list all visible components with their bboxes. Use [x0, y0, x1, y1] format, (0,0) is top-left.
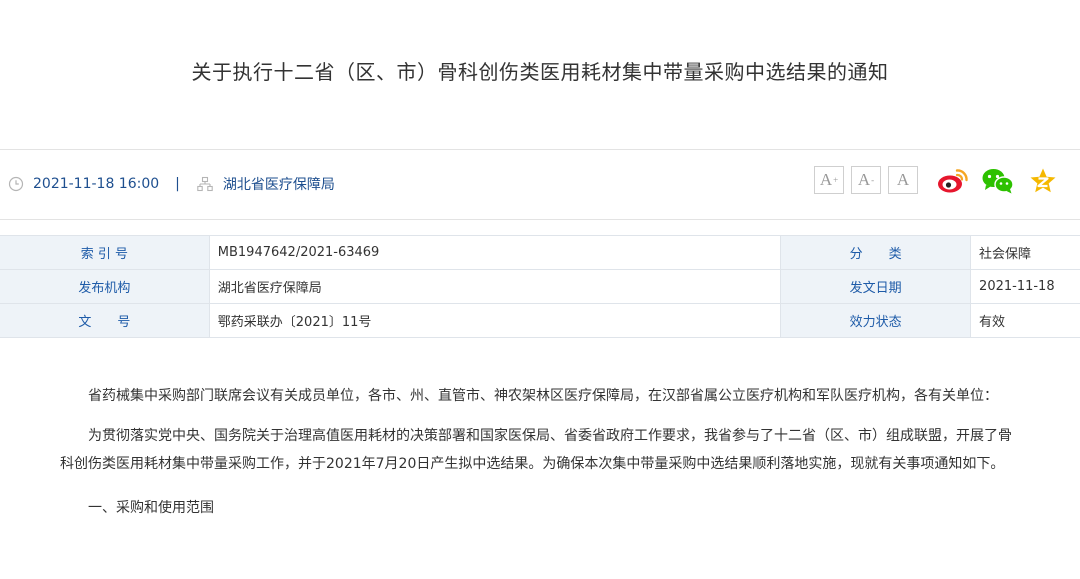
- issuing-agency-value: 湖北省医疗保障局: [208, 269, 782, 304]
- body-paragraph-intro: 为贯彻落实党中央、国务院关于治理高值医用耗材的决策部署和国家医保局、省委省政府工…: [60, 428, 1012, 472]
- category-label: 分 类: [780, 235, 972, 270]
- article-meta: 2021-11-18 16:00 | 湖北省医疗保障局: [8, 174, 335, 194]
- font-size-controls: A + A- A: [814, 166, 925, 194]
- info-table: 索 引 号 MB1947642/2021-63469 分 类 社会保障 发布机构…: [0, 235, 1080, 338]
- weibo-share-button[interactable]: [936, 167, 970, 195]
- document-number-value: 鄂药采联办〔2021〕11号: [208, 303, 782, 338]
- publish-date: 2021-11-18 16:00: [33, 176, 160, 192]
- publish-source[interactable]: 湖北省医疗保障局: [223, 174, 335, 194]
- article-body: 省药械集中采购部门联席会议有关成员单位，各市、州、直管市、神农架林区医疗保障局，…: [60, 382, 1020, 534]
- issue-date-label: 发文日期: [780, 269, 972, 304]
- share-bar: [936, 167, 1071, 195]
- wechat-share-button[interactable]: [981, 167, 1015, 195]
- font-reset-button[interactable]: A: [888, 166, 918, 194]
- table-row: 文 号 鄂药采联办〔2021〕11号 效力状态 有效: [0, 303, 1080, 338]
- favorite-button[interactable]: [1026, 167, 1060, 195]
- body-paragraph-addressees: 省药械集中采购部门联席会议有关成员单位，各市、州、直管市、神农架林区医疗保障局，…: [88, 388, 998, 404]
- font-reset-label: A: [896, 170, 910, 189]
- index-number-label: 索 引 号: [0, 235, 210, 270]
- font-increase-button[interactable]: A +: [814, 166, 844, 194]
- issuing-agency-label: 发布机构: [0, 269, 210, 304]
- issue-date-value: 2021-11-18: [970, 269, 1080, 304]
- validity-status-label: 效力状态: [780, 303, 972, 338]
- weibo-icon: [938, 169, 968, 193]
- category-value: 社会保障: [970, 235, 1080, 270]
- meta-separator: |: [175, 176, 180, 192]
- font-decrease-button[interactable]: A-: [851, 166, 881, 194]
- font-decrease-sup: -: [871, 175, 875, 185]
- font-increase-label: A: [819, 170, 833, 189]
- wechat-icon: [982, 169, 1014, 194]
- section-heading: 一、采购和使用范围: [88, 500, 214, 516]
- font-increase-sup: +: [833, 175, 839, 185]
- validity-status-value: 有效: [970, 303, 1080, 338]
- organization-icon: [197, 176, 213, 192]
- document-number-label: 文 号: [0, 303, 210, 338]
- page-title: 关于执行十二省（区、市）骨科创伤类医用耗材集中带量采购中选结果的通知: [191, 60, 889, 84]
- font-decrease-label: A: [857, 170, 871, 189]
- clock-icon: [8, 176, 24, 192]
- table-row: 发布机构 湖北省医疗保障局 发文日期 2021-11-18: [0, 269, 1080, 304]
- index-number-value: MB1947642/2021-63469: [208, 235, 782, 270]
- favorite-star-icon: [1030, 168, 1056, 193]
- table-row: 索 引 号 MB1947642/2021-63469 分 类 社会保障: [0, 235, 1080, 270]
